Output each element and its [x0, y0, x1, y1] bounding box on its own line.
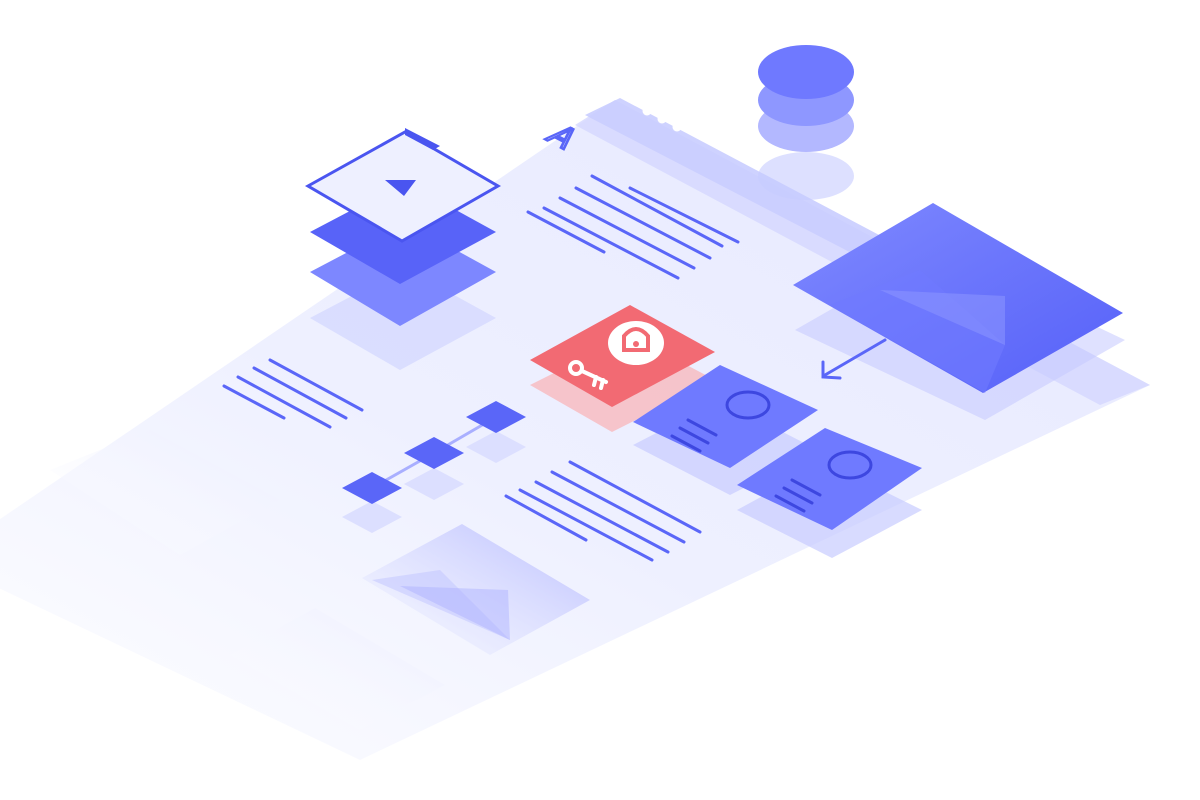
- database-icon: [758, 45, 854, 200]
- isometric-illustration: A: [0, 0, 1200, 800]
- lock-icon: [608, 321, 664, 365]
- browser-window-panel: [0, 98, 1150, 760]
